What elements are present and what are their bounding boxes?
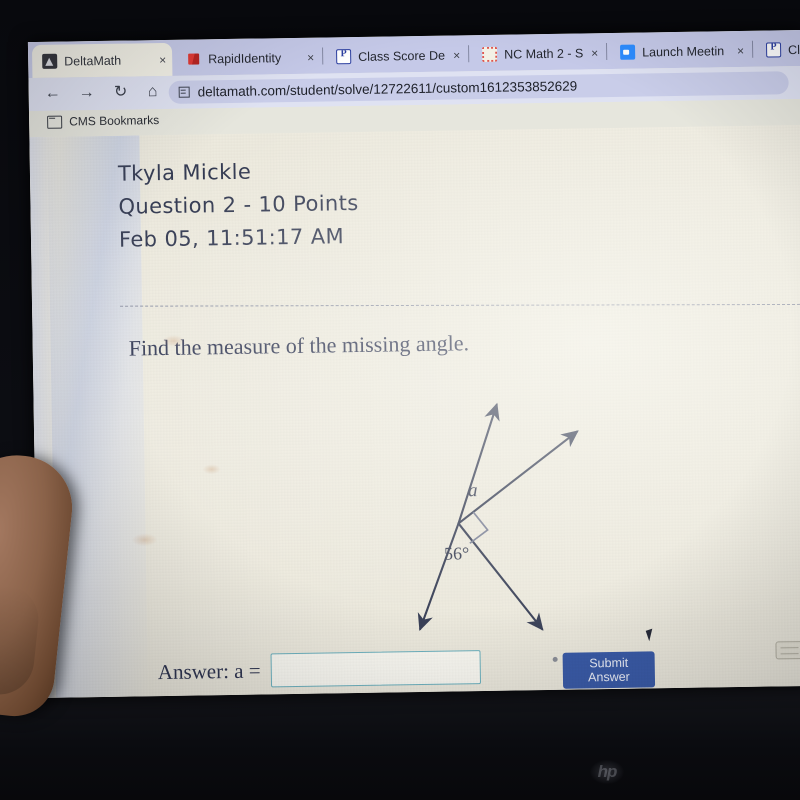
forward-icon[interactable]: →	[77, 83, 97, 103]
laptop-bottom-bezel	[0, 690, 800, 800]
ray-lower-left	[417, 522, 460, 632]
tab-close-icon[interactable]: ×	[737, 43, 744, 57]
laptop-photo: hp DeltaMath × RapidIdentity × Class Sco…	[0, 0, 800, 800]
address-bar[interactable]: deltamath.com/student/solve/12722611/cus…	[168, 71, 789, 104]
browser-tab-deltamath[interactable]: DeltaMath ×	[31, 42, 173, 79]
powerschool-icon	[765, 42, 782, 58]
browser-tab-class-s[interactable]: Class S	[756, 32, 800, 67]
tab-title: Launch Meetin	[642, 43, 725, 59]
browser-tab-nc-math-2[interactable]: NC Math 2 - S ×	[472, 36, 605, 71]
answer-row: Answer: a =	[157, 650, 558, 689]
answer-label: Answer: a =	[157, 658, 261, 684]
right-angle-marker	[469, 511, 489, 544]
back-icon[interactable]: ←	[43, 84, 63, 104]
student-name: Tkyla Mickle	[117, 159, 252, 186]
angle-diagram-svg	[417, 402, 579, 632]
browser-tab-class-score[interactable]: Class Score De ×	[326, 38, 467, 73]
powerschool-icon	[336, 49, 352, 65]
rapididentity-icon	[186, 51, 201, 66]
browser-tab-rapididentity[interactable]: RapidIdentity ×	[176, 41, 321, 76]
tab-separator	[467, 45, 470, 63]
submit-answer-button[interactable]: Submit Answer	[562, 651, 656, 689]
deltamath-icon	[42, 53, 58, 69]
angle-label-a: a	[467, 480, 478, 502]
tab-title: NC Math 2 - S	[504, 45, 584, 62]
laptop-screen: DeltaMath × RapidIdentity × Class Score …	[27, 29, 800, 699]
ray-upper-steep	[457, 402, 500, 525]
keyboard-toggle-icon[interactable]	[775, 640, 800, 660]
ncmath-icon	[482, 46, 498, 62]
mouse-cursor	[645, 628, 656, 642]
section-divider	[120, 303, 800, 307]
tab-close-icon[interactable]: ×	[307, 50, 314, 64]
url-text: deltamath.com/student/solve/12722611/cus…	[197, 78, 578, 100]
tab-title: RapidIdentity	[208, 50, 282, 66]
question-prompt: Find the measure of the missing angle.	[128, 330, 470, 361]
home-icon[interactable]: ⌂	[143, 82, 163, 102]
tab-title: DeltaMath	[64, 53, 122, 69]
zoom-icon	[620, 44, 636, 60]
reload-icon[interactable]: ↻	[111, 83, 131, 103]
folder-icon	[47, 115, 63, 129]
bookmark-cms-bookmarks[interactable]: CMS Bookmarks	[47, 113, 159, 129]
tab-separator	[322, 47, 324, 65]
hint-dot-icon	[552, 656, 558, 662]
browser-tab-launch-meeting[interactable]: Launch Meetin ×	[610, 34, 751, 69]
site-info-icon[interactable]	[178, 86, 190, 98]
tab-close-icon[interactable]: ×	[453, 48, 460, 62]
timestamp: Feb 05, 11:51:17 AM	[118, 224, 345, 252]
screen-smudge	[202, 464, 221, 475]
ray-upper-right	[457, 430, 579, 525]
question-points: Question 2 - 10 Points	[118, 190, 359, 219]
deltamath-page: Tkyla Mickle Question 2 - 10 Points Feb …	[29, 124, 800, 699]
hp-logo: hp	[590, 760, 624, 784]
assignment-header: Tkyla Mickle Question 2 - 10 Points Feb …	[118, 154, 360, 257]
angle-diagram: a 56°	[363, 378, 617, 662]
tab-close-icon[interactable]: ×	[591, 46, 598, 60]
tab-close-icon[interactable]: ×	[159, 52, 166, 66]
ray-lower-right	[457, 522, 544, 631]
tab-separator	[605, 43, 608, 61]
tab-title: Class S	[787, 42, 800, 57]
tab-title: Class Score De	[358, 48, 446, 64]
angle-label-56: 56°	[443, 543, 470, 564]
answer-input[interactable]	[270, 650, 481, 688]
bookmark-label: CMS Bookmarks	[69, 113, 160, 129]
tab-separator	[751, 40, 754, 58]
